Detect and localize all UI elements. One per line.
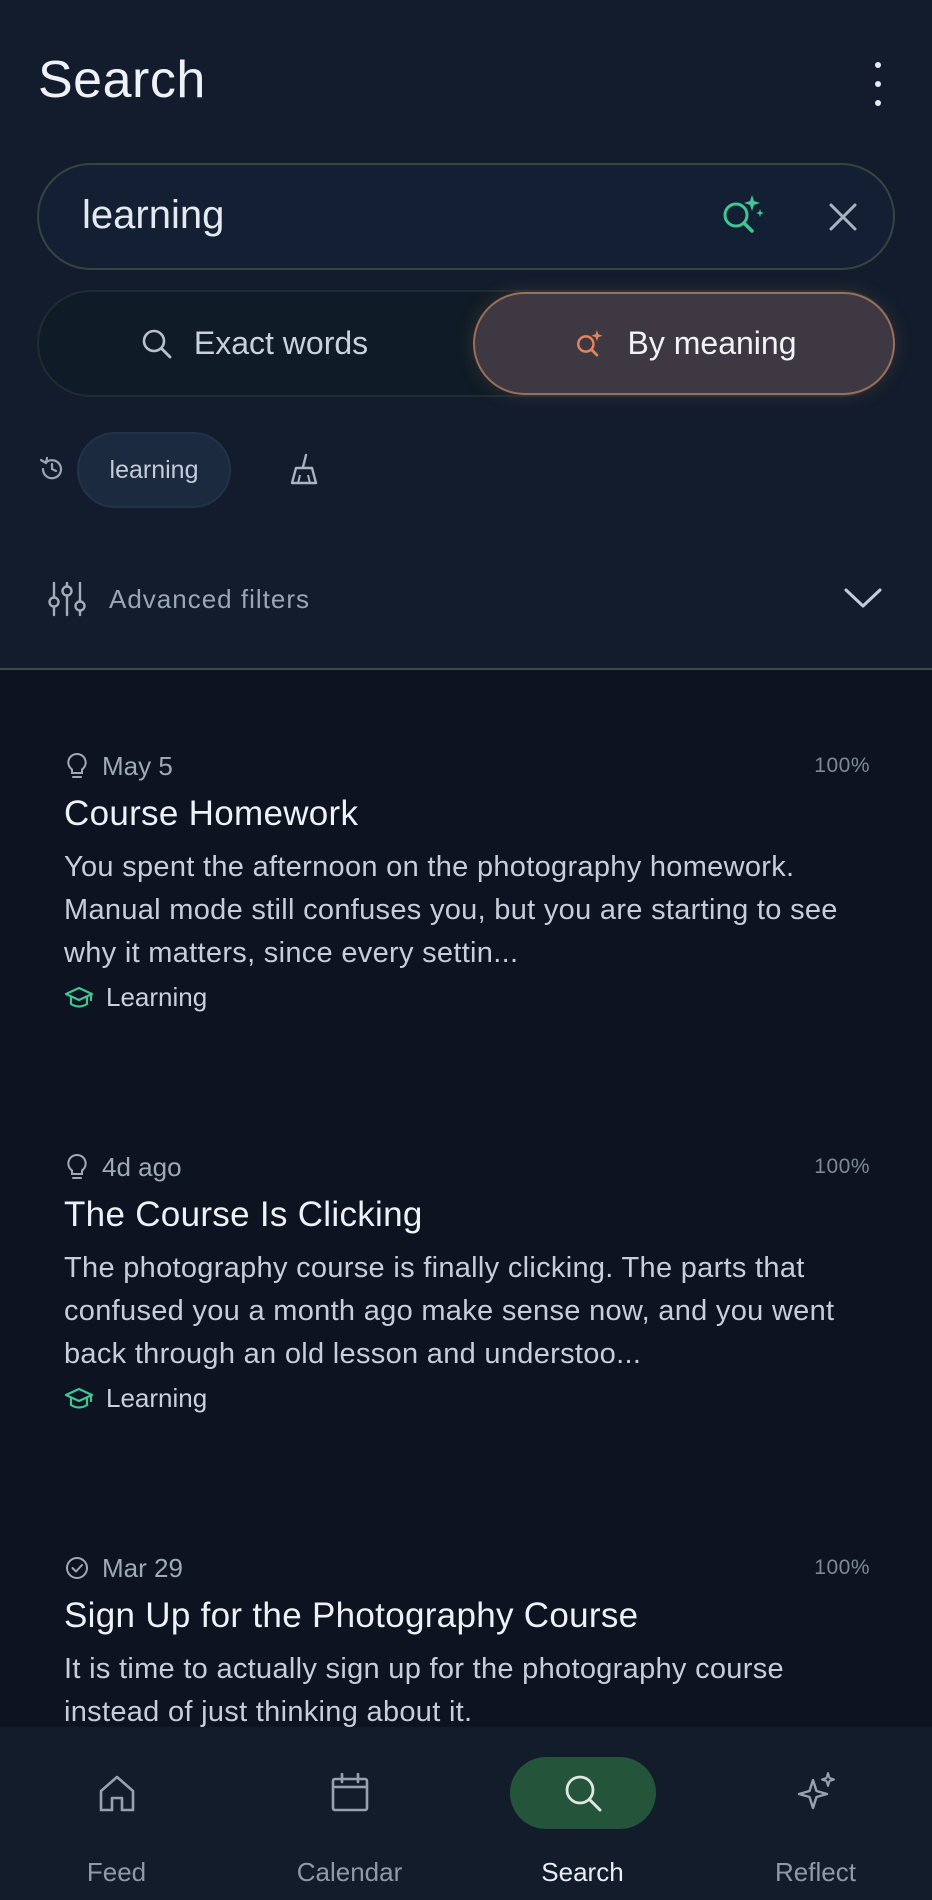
page-title: Search bbox=[38, 51, 206, 109]
calendar-icon bbox=[331, 1772, 368, 1812]
result-title: Sign Up for the Photography Course bbox=[64, 1596, 639, 1635]
result-tag: Learning bbox=[64, 982, 207, 1013]
result-title: The Course Is Clicking bbox=[64, 1195, 423, 1234]
nav-search-label: Search bbox=[541, 1857, 624, 1887]
nav-calendar-label: Calendar bbox=[296, 1857, 403, 1887]
sparkle-search-icon bbox=[576, 329, 602, 356]
nav-reflect[interactable]: Reflect bbox=[699, 1727, 932, 1900]
relevance-score: 100% bbox=[814, 1556, 870, 1579]
nav-reflect-label: Reflect bbox=[775, 1857, 856, 1887]
home-icon bbox=[99, 1775, 134, 1812]
broom-icon[interactable] bbox=[286, 451, 322, 487]
result-meta: Mar 29 bbox=[64, 1552, 183, 1584]
close-icon[interactable] bbox=[823, 197, 863, 237]
result-date: Mar 29 bbox=[102, 1552, 183, 1583]
nav-feed[interactable]: Feed bbox=[0, 1727, 233, 1900]
more-vertical-icon bbox=[875, 62, 881, 68]
history-icon bbox=[39, 456, 63, 480]
by-meaning-button[interactable]: By meaning bbox=[473, 292, 895, 395]
result-card[interactable]: Mar 29 100% Sign Up for the Photography … bbox=[64, 1552, 870, 1728]
result-date: May 5 bbox=[102, 750, 173, 781]
graduation-cap-icon bbox=[64, 1387, 94, 1409]
advanced-filters-label: Advanced filters bbox=[109, 584, 310, 614]
exact-words-button[interactable]: Exact words bbox=[39, 292, 469, 395]
bottom-navigation: Feed Calendar Search Reflect bbox=[0, 1727, 932, 1900]
lightbulb-icon bbox=[67, 1153, 87, 1179]
sparkle-icon bbox=[797, 1772, 835, 1810]
nav-feed-label: Feed bbox=[86, 1857, 147, 1887]
nav-calendar[interactable]: Calendar bbox=[233, 1727, 466, 1900]
result-excerpt: You spent the afternoon on the photograp… bbox=[64, 851, 838, 969]
result-excerpt: The photography course is finally clicki… bbox=[64, 1252, 835, 1370]
result-title: Course Homework bbox=[64, 794, 359, 833]
result-date: 4d ago bbox=[102, 1151, 182, 1182]
more-options-button[interactable] bbox=[866, 62, 890, 106]
search-header: Search learning Exact words By meaning l… bbox=[0, 0, 932, 670]
exact-words-label: Exact words bbox=[193, 325, 369, 361]
result-card[interactable]: 4d ago 100% The Course Is Clicking The p… bbox=[64, 1151, 870, 1451]
by-meaning-label: By meaning bbox=[627, 325, 797, 361]
search-field[interactable]: learning bbox=[37, 163, 895, 270]
advanced-filters-toggle[interactable]: Advanced filters bbox=[37, 570, 895, 626]
search-icon bbox=[565, 1775, 601, 1812]
lightbulb-icon bbox=[67, 752, 87, 778]
result-card[interactable]: May 5 100% Course Homework You spent the… bbox=[64, 750, 870, 1050]
result-meta: 4d ago bbox=[64, 1151, 182, 1183]
result-tag-label: Learning bbox=[106, 1383, 208, 1413]
result-tag: Learning bbox=[64, 1383, 207, 1414]
relevance-score: 100% bbox=[814, 754, 870, 777]
nav-search-active-pill bbox=[509, 1757, 656, 1829]
search-input[interactable]: learning bbox=[82, 193, 224, 238]
result-meta: May 5 bbox=[64, 750, 173, 782]
graduation-cap-icon bbox=[64, 986, 94, 1008]
results-list: May 5 100% Course Homework You spent the… bbox=[0, 672, 932, 1728]
sliders-icon bbox=[48, 581, 86, 617]
search-mode-toggle: Exact words By meaning bbox=[37, 290, 895, 397]
result-excerpt: It is time to actually sign up for the p… bbox=[64, 1653, 784, 1727]
search-screen: Search learning Exact words By meaning l… bbox=[0, 0, 932, 1900]
relevance-score: 100% bbox=[814, 1155, 870, 1178]
nav-search[interactable]: Search bbox=[466, 1727, 699, 1900]
recent-search-chip[interactable]: learning bbox=[77, 432, 231, 508]
sparkle-search-icon[interactable] bbox=[716, 189, 768, 241]
chevron-down-icon bbox=[844, 588, 882, 608]
check-circle-icon bbox=[66, 1557, 88, 1579]
search-icon bbox=[142, 329, 172, 358]
result-tag-label: Learning bbox=[106, 982, 208, 1012]
